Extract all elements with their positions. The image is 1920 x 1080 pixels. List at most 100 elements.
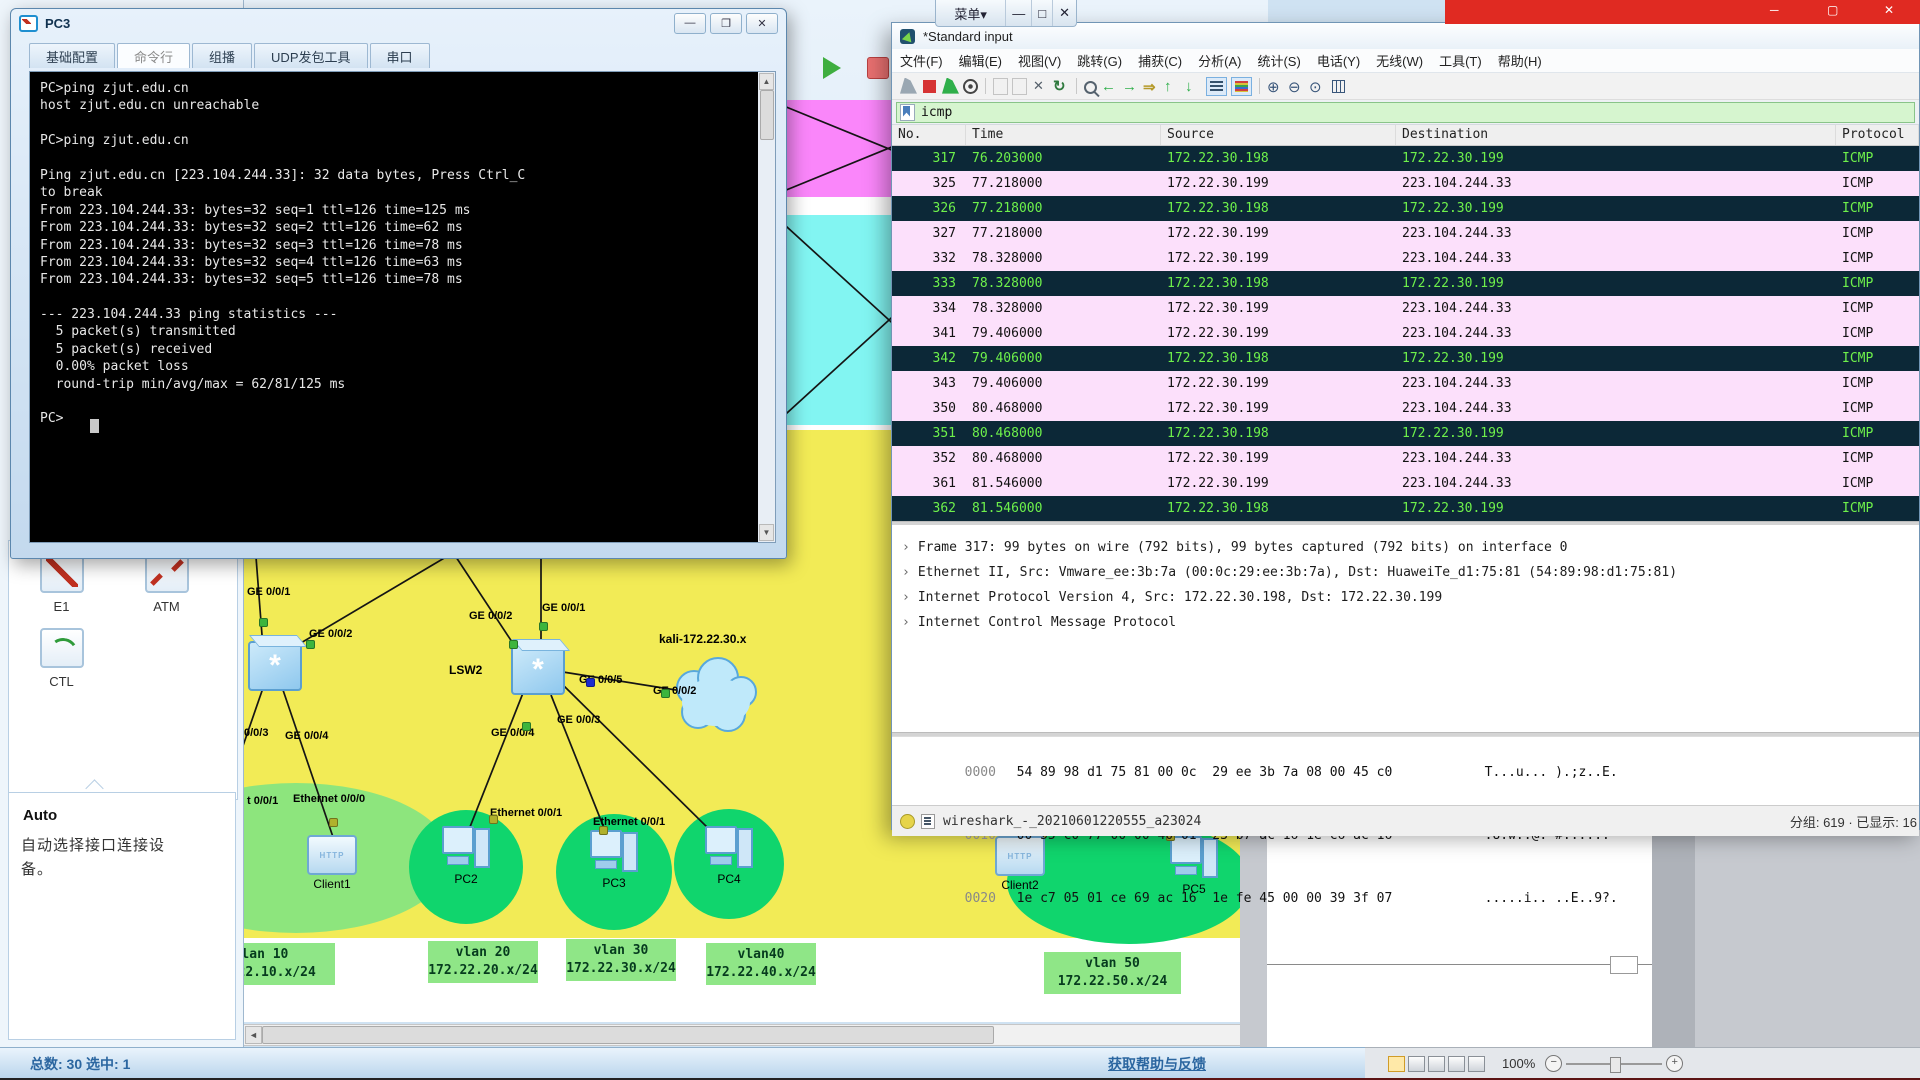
draft-view-icon[interactable] [1468,1056,1485,1072]
sep[interactable] [1076,78,1077,94]
terminal-output[interactable]: PC>ping zjut.edu.cnhost zjut.edu.cn unre… [30,72,757,542]
outline-view-icon[interactable] [1448,1056,1465,1072]
expand-chevron-icon[interactable]: › [902,590,910,605]
display-filter-input[interactable]: icmp [896,102,1915,123]
menu-item[interactable]: 跳转(G) [1069,51,1130,70]
colorize-icon[interactable] [1231,77,1252,96]
zoom-slider-thumb[interactable] [1610,1057,1621,1073]
menu-item[interactable]: 帮助(H) [1490,51,1550,70]
packet-row[interactable]: 326 77.218000 172.22.30.198 172.22.30.19… [892,196,1919,221]
menu-item[interactable]: 视图(V) [1010,51,1069,70]
web-layout-view-icon[interactable] [1428,1056,1445,1072]
packet-row[interactable]: 325 77.218000 172.22.30.199 223.104.244.… [892,171,1919,196]
column-no[interactable]: No. [892,125,966,145]
packet-row[interactable]: 341 79.406000 172.22.30.199 223.104.244.… [892,321,1919,346]
maximize-button[interactable]: ❐ [710,13,742,34]
scroll-up-icon[interactable]: ▲ [759,73,774,90]
menu-item[interactable]: 工具(T) [1431,51,1490,70]
print-layout-view-icon[interactable] [1388,1056,1405,1072]
palette-item[interactable]: ATM [114,553,219,614]
capture-options-icon[interactable] [963,79,978,94]
expand-chevron-icon[interactable]: › [902,565,910,580]
packet-row[interactable]: 343 79.406000 172.22.30.199 223.104.244.… [892,371,1919,396]
scroll-down-icon[interactable]: ▼ [759,524,774,541]
red-window-titlebar[interactable]: ─ ▢ ✕ [1445,0,1920,24]
packet-row[interactable]: 361 81.546000 172.22.30.199 223.104.244.… [892,471,1919,496]
detail-line[interactable]: ›Internet Control Message Protocol [902,610,1919,635]
terminal-scroll-thumb[interactable] [760,90,774,140]
stop-devices-button[interactable] [864,54,892,82]
packet-row[interactable]: 327 77.218000 172.22.30.199 223.104.244.… [892,221,1919,246]
scroll-left-icon[interactable]: ◄ [245,1026,262,1044]
go-forward-icon[interactable] [1122,78,1139,95]
pc3-tab[interactable]: 基础配置 [29,43,115,68]
close-button[interactable]: ✕ [746,13,778,34]
full-screen-view-icon[interactable] [1408,1056,1425,1072]
palette-item[interactable]: CTL [9,628,114,689]
expand-chevron-icon[interactable]: › [902,615,910,630]
capture-comment-icon[interactable] [921,814,935,829]
vm-menu-button[interactable]: 菜单▾ [936,0,1006,26]
switch-lsw1-icon[interactable]: * [248,641,302,691]
packet-row[interactable]: 333 78.328000 172.22.30.198 172.22.30.19… [892,271,1919,296]
pc3-tab[interactable]: UDP发包工具 [254,43,367,68]
go-back-icon[interactable] [1101,78,1118,95]
vm-minimize-button[interactable]: — [1006,0,1032,26]
find-packet-icon[interactable] [1084,81,1097,94]
help-feedback-link[interactable]: 获取帮助与反馈 [1108,1054,1206,1074]
start-devices-button[interactable] [818,54,846,82]
capture-stop-icon[interactable] [923,80,936,93]
zoom-slider[interactable] [1566,1063,1662,1065]
device-icon[interactable]: PC3 [579,830,649,890]
sep[interactable] [1259,78,1260,94]
palette-item[interactable]: E1 [9,553,114,614]
packet-row[interactable]: 352 80.468000 172.22.30.199 223.104.244.… [892,446,1919,471]
pc3-tab[interactable]: 组播 [192,43,252,68]
pc3-tab[interactable]: 串口 [370,43,430,68]
detail-line[interactable]: ›Frame 317: 99 bytes on wire (792 bits),… [902,535,1919,560]
packet-row[interactable]: 362 81.546000 172.22.30.198 172.22.30.19… [892,496,1919,521]
capture-start-icon[interactable] [900,78,917,95]
reload-file-icon[interactable] [1052,78,1069,95]
packet-row[interactable]: 350 80.468000 172.22.30.199 223.104.244.… [892,396,1919,421]
go-last-icon[interactable] [1185,78,1202,95]
hscroll-thumb[interactable] [262,1026,994,1044]
packet-row[interactable]: 351 80.468000 172.22.30.198 172.22.30.19… [892,421,1919,446]
menu-item[interactable]: 电话(Y) [1309,51,1368,70]
zoom-reset-icon[interactable] [1309,78,1326,95]
zoom-in-icon[interactable] [1267,78,1284,95]
expand-chevron-icon[interactable]: › [902,540,910,555]
pc3-titlebar[interactable]: PC3 — ❐ ✕ [11,9,786,37]
device-icon[interactable]: PC2 [431,826,501,886]
menu-item[interactable]: 分析(A) [1190,51,1249,70]
vm-close-button[interactable]: ✕ [1053,0,1076,26]
menu-item[interactable]: 文件(F) [892,51,951,70]
zoom-out-icon[interactable] [1288,78,1305,95]
filter-bookmark-icon[interactable] [900,104,915,121]
pc3-tab[interactable]: 命令行 [117,43,190,68]
device-icon[interactable]: PC4 [694,826,764,886]
packet-row[interactable]: 334 78.328000 172.22.30.199 223.104.244.… [892,296,1919,321]
red-close-button[interactable]: ✕ [1884,3,1894,17]
red-maximize-button[interactable]: ▢ [1827,3,1838,17]
go-to-packet-icon[interactable] [1143,78,1160,95]
menu-item[interactable]: 统计(S) [1249,51,1308,70]
capture-restart-icon[interactable] [942,78,959,95]
device-icon[interactable]: HTTP Client1 [297,835,367,891]
detail-line[interactable]: ›Ethernet II, Src: Vmware_ee:3b:7a (00:0… [902,560,1919,585]
terminal-scrollbar[interactable]: ▲ ▼ [758,72,775,542]
menu-item[interactable]: 捕获(C) [1130,51,1190,70]
menu-item[interactable]: 无线(W) [1368,51,1431,70]
packet-row[interactable]: 342 79.406000 172.22.30.198 172.22.30.19… [892,346,1919,371]
column-source[interactable]: Source [1161,125,1396,145]
column-destination[interactable]: Destination [1396,125,1836,145]
auto-scroll-icon[interactable] [1206,77,1227,96]
detail-line[interactable]: ›Internet Protocol Version 4, Src: 172.2… [902,585,1919,610]
canvas-hscrollbar[interactable]: ◄ ► [243,1024,1265,1046]
save-file-icon[interactable] [1012,78,1027,95]
minimize-button[interactable]: — [674,13,706,34]
menu-item[interactable]: 编辑(E) [951,51,1010,70]
sep[interactable] [985,78,986,94]
zoom-in-button[interactable]: + [1666,1055,1683,1072]
hex-line[interactable]: 00201e c7 05 01 ce 69 ac 16 1e fe 45 00 … [892,867,1919,930]
